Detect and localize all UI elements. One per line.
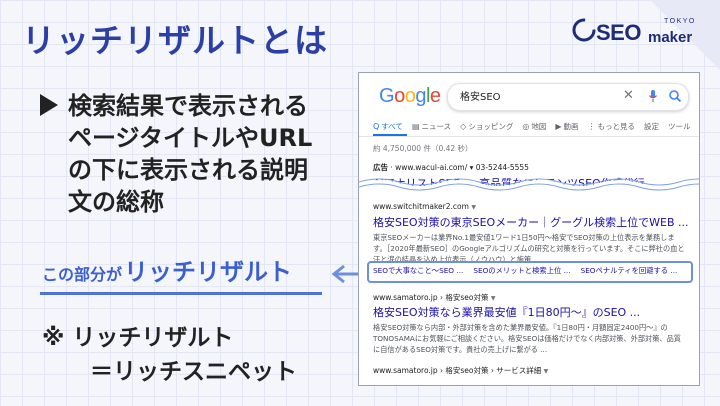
google-logo[interactable]: Google <box>379 85 441 108</box>
tag-icon: ◇ <box>460 122 467 131</box>
search-icon: Q <box>373 122 380 131</box>
pointer-underline <box>40 292 322 295</box>
result-count: 約 4,750,000 件（0.42 秒） <box>373 144 473 153</box>
tab-tools[interactable]: ツール <box>668 121 691 132</box>
video-icon: ▶ <box>555 122 562 131</box>
search-input[interactable] <box>460 90 600 101</box>
more-vert-icon: ⋮ <box>587 122 596 131</box>
pointer-emphasis: リッチリザルト <box>124 258 293 286</box>
chevron-down-icon[interactable]: ▼ <box>471 204 476 211</box>
tab-maps[interactable]: ◎ 地図 <box>522 121 546 132</box>
search-results-screenshot: Google ✕ Qすべて ▤ニュース ◇ショッピング ◎地図 ▶動画 ⋮もっと… <box>358 72 700 386</box>
tab-shopping[interactable]: ◇ ショッピング <box>460 121 513 132</box>
seo-maker-logo: SEO TOKYO maker <box>572 14 702 54</box>
logo-tokyo-text: TOKYO <box>664 18 696 25</box>
bullet-triangle-icon <box>40 94 58 116</box>
definition-text: 検索結果で表示されるページタイトルやURLの下に表示される説明文の総称 <box>68 92 313 216</box>
pointer-prefix: この部分が <box>42 265 123 284</box>
result2-description: 格安SEO対策なら内部・外部対策を含めた業界最安値。『1日80円・月額固定240… <box>373 323 681 354</box>
tab-all[interactable]: Q すべて <box>373 121 403 132</box>
tab-videos[interactable]: ▶ 動画 <box>555 121 578 132</box>
logo-seo-text: SEO <box>596 20 641 45</box>
map-pin-icon: ◎ <box>522 122 530 131</box>
slide-title: リッチリザルトとは <box>22 21 328 60</box>
torn-edge-decoration <box>359 178 699 195</box>
rich-result-links: SEOで大事なこと〜SEO ... SEOのメリットと検索上位 ... SEOペ… <box>373 266 687 276</box>
note-line-1: ※ リッチリザルト <box>42 325 234 351</box>
chevron-down-icon[interactable]: ▼ <box>544 368 549 375</box>
result3-url[interactable]: www.samatoro.jp › 格安seo対策 › サービス詳細 ▼ <box>373 365 548 376</box>
search-icon[interactable] <box>668 89 682 103</box>
tab-settings[interactable]: 設定 <box>644 121 659 132</box>
active-tab-indicator <box>373 134 407 136</box>
definition-bullet: 検索結果で表示されるページタイトルやURLの下に表示される説明文の総称 <box>40 90 328 218</box>
sitelink-3[interactable]: SEOペナルティを回避する ... <box>581 266 678 276</box>
chevron-down-icon[interactable]: ▼ <box>491 295 496 302</box>
search-tabs: Q すべて ▤ ニュース ◇ ショッピング ◎ 地図 ▶ 動画 ⋮ もっと見る 設定 ツール <box>373 121 699 132</box>
search-box[interactable]: ✕ <box>447 83 689 111</box>
logo-ring-icon <box>572 18 596 42</box>
tab-news[interactable]: ▤ ニュース <box>412 121 451 132</box>
tabs-divider <box>359 136 699 137</box>
sitelink-1[interactable]: SEOで大事なこと〜SEO ... <box>373 266 463 276</box>
pointer-label: この部分が リッチリザルト <box>42 252 292 287</box>
result2-url[interactable]: www.samatoro.jp › 格安seo対策 ▼ <box>373 292 496 303</box>
microphone-icon[interactable] <box>648 89 658 103</box>
tab-more[interactable]: ⋮ もっと見る <box>587 121 635 132</box>
result1-title[interactable]: 格安SEO対策の東京SEOメーカー｜グーグル検索上位でWEB ... <box>373 214 689 230</box>
result1-url[interactable]: www.switchitmaker2.com ▼ <box>373 202 476 211</box>
result2-title[interactable]: 格安SEO対策なら業界最安値『1日80円〜』のSEO ... <box>373 304 640 320</box>
sitelink-2[interactable]: SEOのメリットと検索上位 ... <box>473 266 570 276</box>
news-icon: ▤ <box>411 122 420 131</box>
note-line-2: ＝リッチスニペット <box>90 359 297 385</box>
logo-maker-text: maker <box>648 29 693 46</box>
clear-icon[interactable]: ✕ <box>623 89 634 103</box>
